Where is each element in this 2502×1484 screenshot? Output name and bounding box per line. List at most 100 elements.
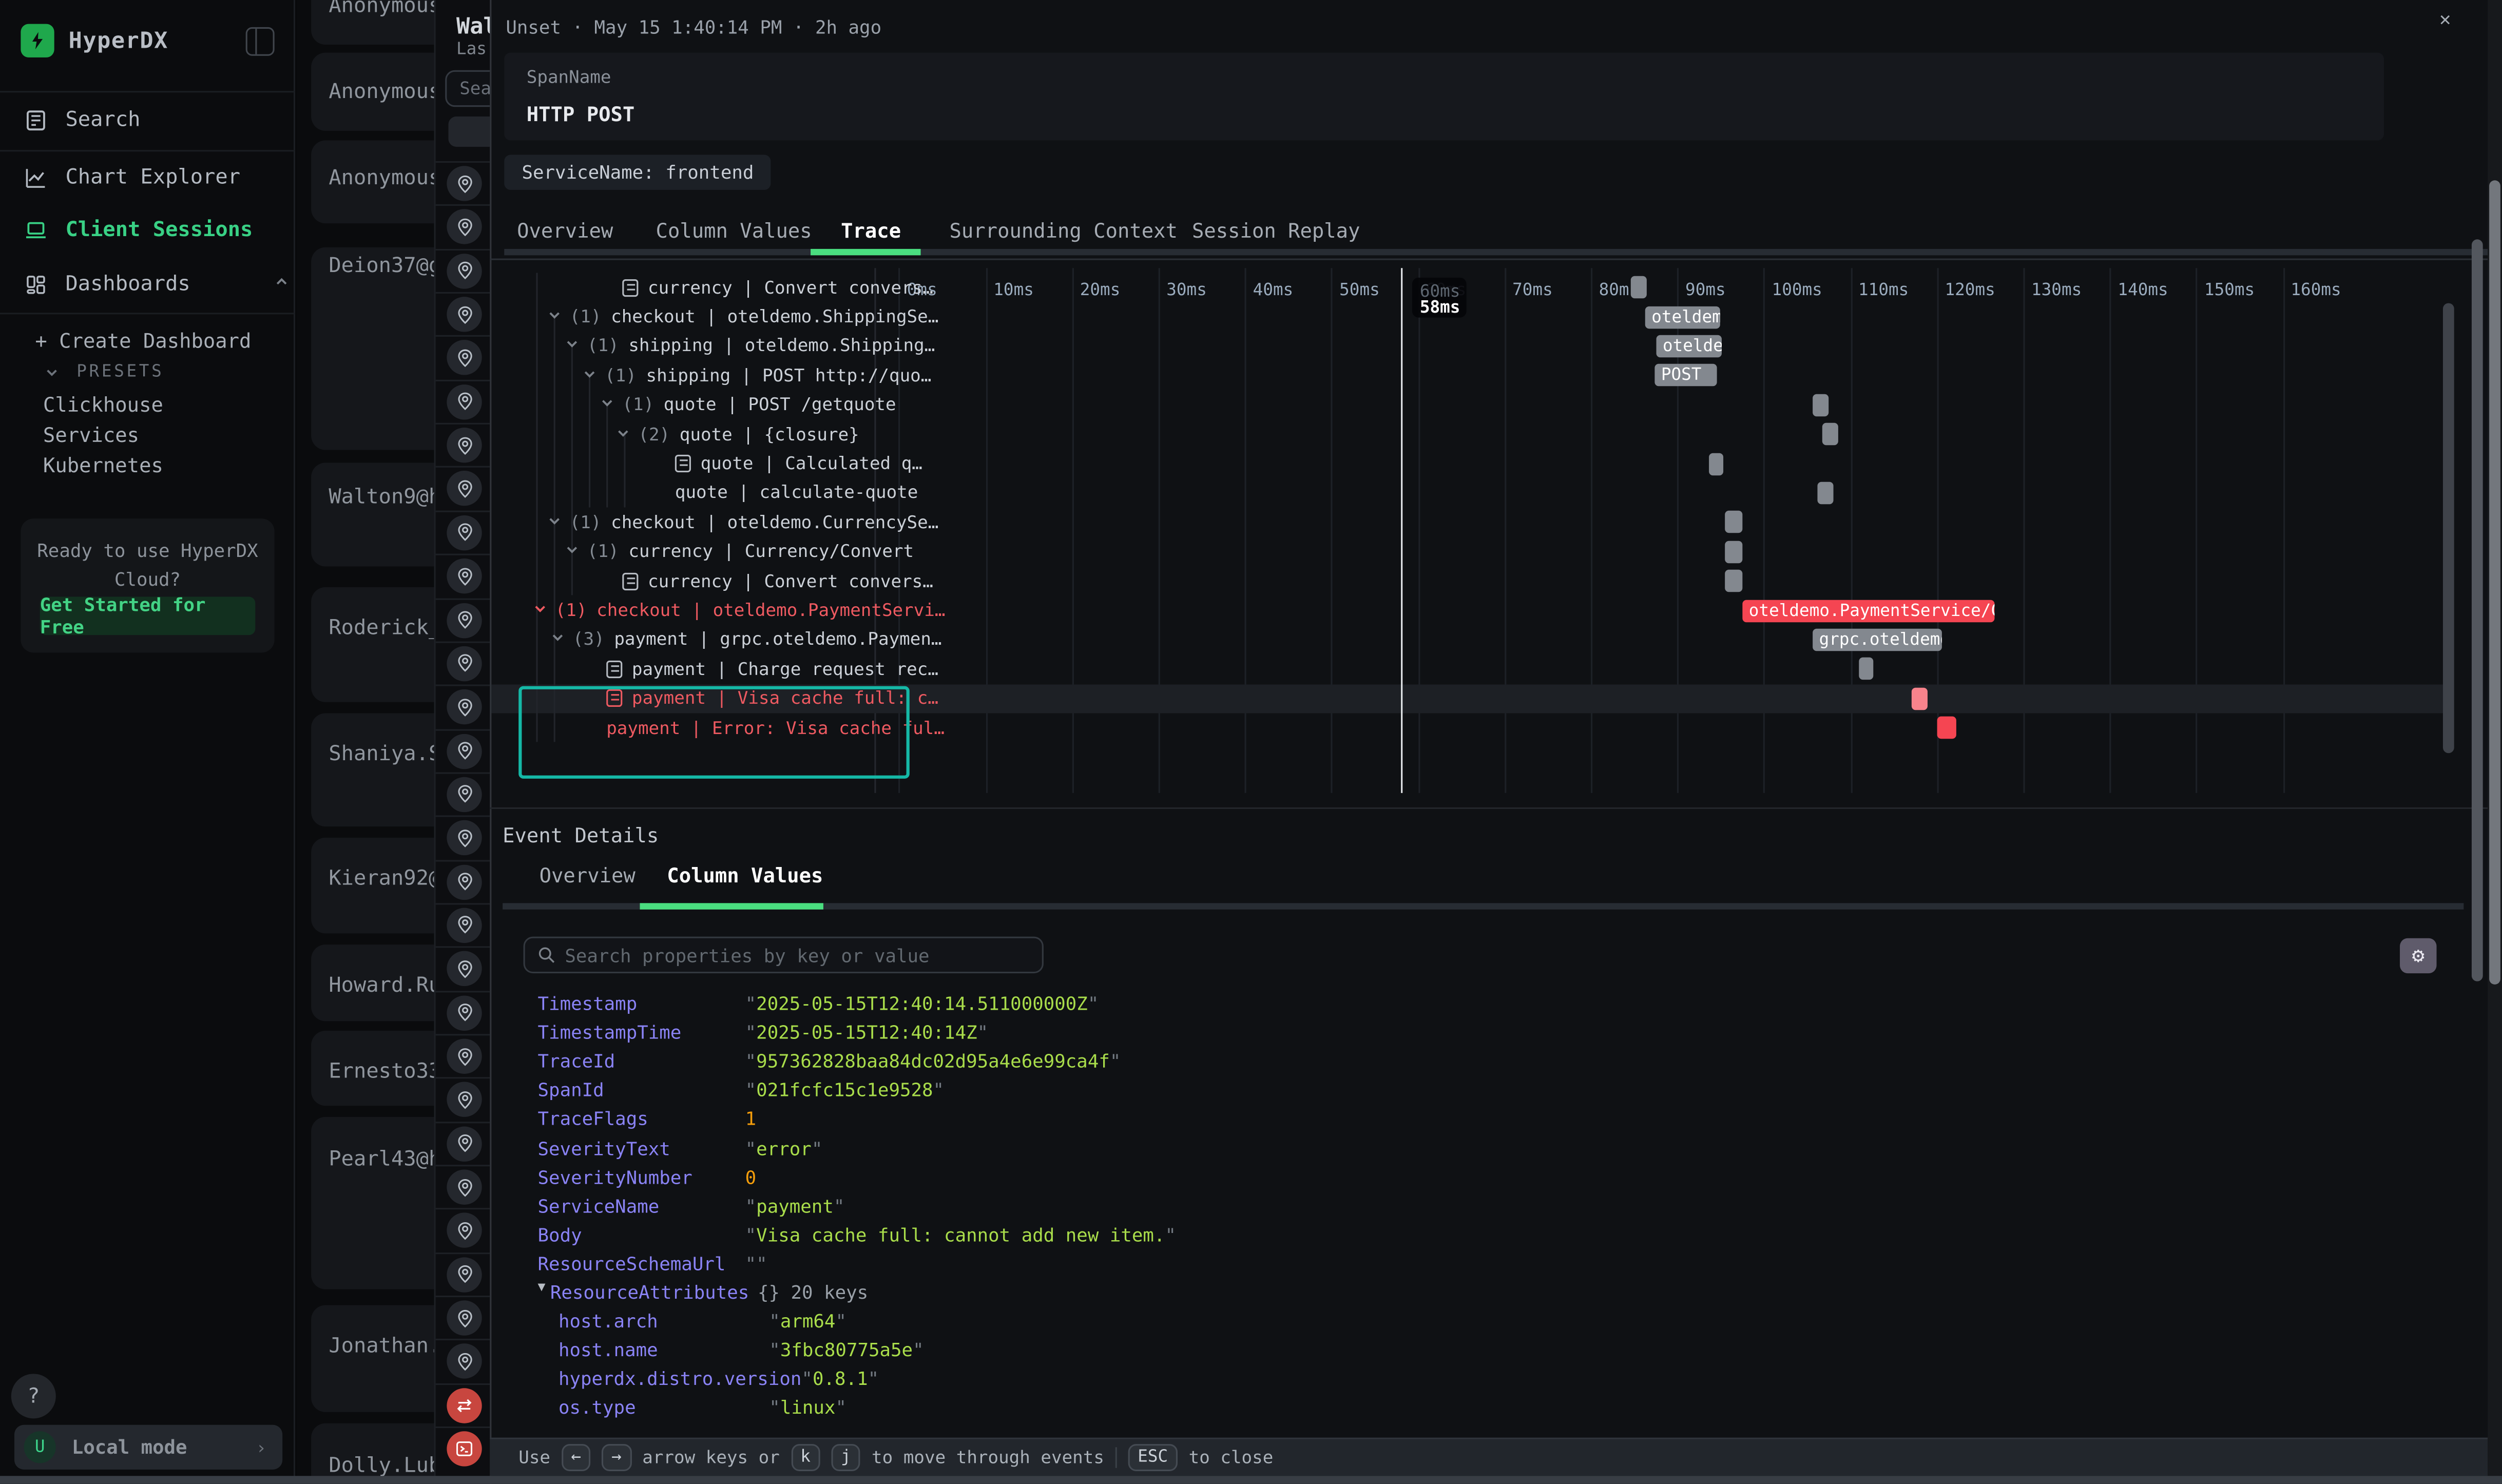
session-event-row[interactable] [436, 1383, 490, 1427]
span-duration-bar[interactable]: POST ht [1654, 364, 1717, 387]
session-search-input[interactable]: Sea [445, 70, 490, 107]
trace-tree-row[interactable]: (1)currency | Currency/Convert [565, 537, 914, 566]
tab-column-values[interactable]: Column Values [656, 219, 812, 243]
local-mode-menu[interactable]: U Local mode › [14, 1425, 282, 1470]
session-filter-button[interactable]: H [448, 117, 490, 147]
span-duration-bar[interactable]: oteldemo. [1645, 306, 1720, 329]
session-event-row[interactable] [436, 292, 490, 336]
session-event-row[interactable] [436, 903, 490, 947]
span-duration-bar[interactable]: grpc.oteldemo. [1813, 629, 1942, 651]
trace-tree-row[interactable]: payment | Charge request rec… [606, 654, 938, 684]
chevron-down-icon[interactable] [565, 542, 587, 562]
session-event-row[interactable] [436, 1427, 490, 1470]
property-row[interactable]: ServiceName"payment" [538, 1194, 845, 1217]
session-card[interactable] [311, 462, 434, 566]
property-row[interactable]: Body"Visa cache full: cannot add new ite… [538, 1224, 1177, 1246]
service-name-chip[interactable]: ServiceName: frontend [504, 155, 771, 190]
span-duration-bar[interactable] [1817, 482, 1833, 505]
trace-tree-row[interactable]: (3)payment | grpc.oteldemo.Paymen… [550, 625, 941, 654]
span-duration-bar[interactable]: oteldemo.PaymentService/Char [1742, 599, 1994, 622]
session-event-row[interactable] [436, 641, 490, 685]
session-event-row[interactable] [436, 1077, 490, 1121]
chevron-down-icon[interactable] [565, 336, 587, 356]
span-duration-bar[interactable] [1631, 276, 1647, 299]
property-row[interactable]: TimestampTime"2025-05-15T12:40:14Z" [538, 1022, 989, 1044]
span-duration-bar[interactable] [1912, 687, 1928, 710]
property-row[interactable]: Timestamp"2025-05-15T12:40:14.511000000Z… [538, 992, 1099, 1015]
session-event-row[interactable] [436, 990, 490, 1034]
chevron-down-icon[interactable] [547, 512, 570, 532]
span-duration-bar[interactable] [1813, 394, 1829, 416]
session-event-row[interactable] [436, 161, 490, 205]
session-card[interactable] [311, 1117, 434, 1289]
session-event-row[interactable] [436, 1339, 490, 1383]
preset-link-services[interactable]: Services [43, 423, 139, 447]
sidebar-item-chart-explorer[interactable]: Chart Explorer [23, 164, 241, 190]
tab-session-replay[interactable]: Session Replay [1192, 219, 1360, 243]
timeline-scrollbar[interactable] [2443, 303, 2454, 754]
session-event-row[interactable] [436, 1296, 490, 1339]
span-duration-bar[interactable]: oteldemo [1657, 335, 1722, 358]
chevron-down-icon[interactable] [533, 600, 555, 621]
trace-tree-row[interactable]: (1)checkout | oteldemo.CurrencySe… [547, 508, 938, 537]
help-button[interactable]: ? [11, 1374, 56, 1418]
chevron-down-icon[interactable] [583, 365, 605, 386]
session-event-row[interactable] [436, 1208, 490, 1252]
trace-tree-row[interactable]: (1)shipping | oteldemo.Shipping… [565, 332, 935, 361]
gear-icon[interactable]: ⚙ [2400, 938, 2436, 973]
session-event-row[interactable] [436, 510, 490, 554]
sidebar-item-search[interactable]: Search [23, 107, 141, 132]
app-logo[interactable]: HyperDX [21, 24, 168, 57]
tab-overview[interactable]: Overview [540, 863, 636, 888]
session-event-row[interactable] [436, 685, 490, 728]
session-event-row[interactable] [436, 772, 490, 816]
chevron-down-icon[interactable] [600, 395, 623, 415]
property-row[interactable]: SeverityText"error" [538, 1137, 823, 1160]
session-event-row[interactable] [436, 859, 490, 903]
span-duration-bar[interactable] [1725, 511, 1742, 534]
property-row[interactable]: ▼ResourceAttributes{} 20 keys [538, 1281, 869, 1304]
property-row[interactable]: SpanId"021fcfc15c1e9528" [538, 1079, 945, 1102]
get-started-button[interactable]: Get Started for Free [40, 597, 256, 635]
trace-tree-row[interactable]: currency | Convert convers… [622, 273, 933, 302]
horizontal-scrollbar[interactable] [0, 1475, 2502, 1484]
property-key[interactable]: TraceId [538, 1050, 745, 1073]
property-key[interactable]: ResourceAttributes [550, 1281, 758, 1304]
chevron-down-icon[interactable] [550, 629, 573, 650]
presets-header[interactable]: PRESETS [45, 362, 164, 381]
span-duration-bar[interactable] [1725, 570, 1742, 592]
property-key[interactable]: os.type [559, 1397, 769, 1419]
session-event-row[interactable] [436, 554, 490, 598]
session-event-row[interactable] [436, 1121, 490, 1165]
session-card[interactable] [311, 587, 434, 702]
trace-tree-row[interactable]: currency | Convert convers… [622, 566, 933, 595]
property-row[interactable]: ResourceSchemaUrl"" [538, 1252, 767, 1275]
trace-tree-row[interactable]: (1)quote | POST /getquote [600, 390, 896, 419]
span-duration-bar[interactable] [1937, 717, 1956, 739]
session-event-row[interactable] [436, 423, 490, 467]
session-event-row[interactable] [436, 379, 490, 423]
drawer-scrollbar[interactable] [2472, 239, 2483, 981]
property-key[interactable]: TimestampTime [538, 1022, 745, 1044]
property-key[interactable]: Body [538, 1224, 745, 1246]
property-key[interactable]: hyperdx.distro.version [559, 1368, 801, 1391]
tab-surrounding-context[interactable]: Surrounding Context [949, 219, 1178, 243]
tab-overview[interactable]: Overview [517, 219, 613, 243]
property-row[interactable]: TraceFlags1 [538, 1108, 757, 1130]
trace-tree-row[interactable]: quote | calculate-quote [675, 478, 918, 508]
trace-tree-row[interactable]: (1)checkout | oteldemo.PaymentServi… [533, 596, 945, 625]
tab-column-values[interactable]: Column Values [667, 863, 823, 888]
property-key[interactable]: SpanId [538, 1079, 745, 1102]
session-card[interactable] [311, 713, 434, 826]
session-event-row[interactable] [436, 467, 490, 510]
property-row[interactable]: TraceId"957362828baa84dc02d95a4e6e99ca4f… [538, 1050, 1121, 1073]
property-key[interactable]: ResourceSchemaUrl [538, 1252, 745, 1275]
property-row[interactable]: host.name"3fbc80775a5e" [559, 1339, 924, 1362]
property-row[interactable]: SeverityNumber0 [538, 1166, 757, 1188]
session-event-row[interactable] [436, 598, 490, 641]
chevron-down-icon[interactable] [547, 306, 570, 327]
session-event-row[interactable] [436, 1165, 490, 1208]
session-event-row[interactable] [436, 1252, 490, 1296]
session-event-row[interactable] [436, 205, 490, 248]
span-duration-bar[interactable] [1859, 658, 1873, 681]
